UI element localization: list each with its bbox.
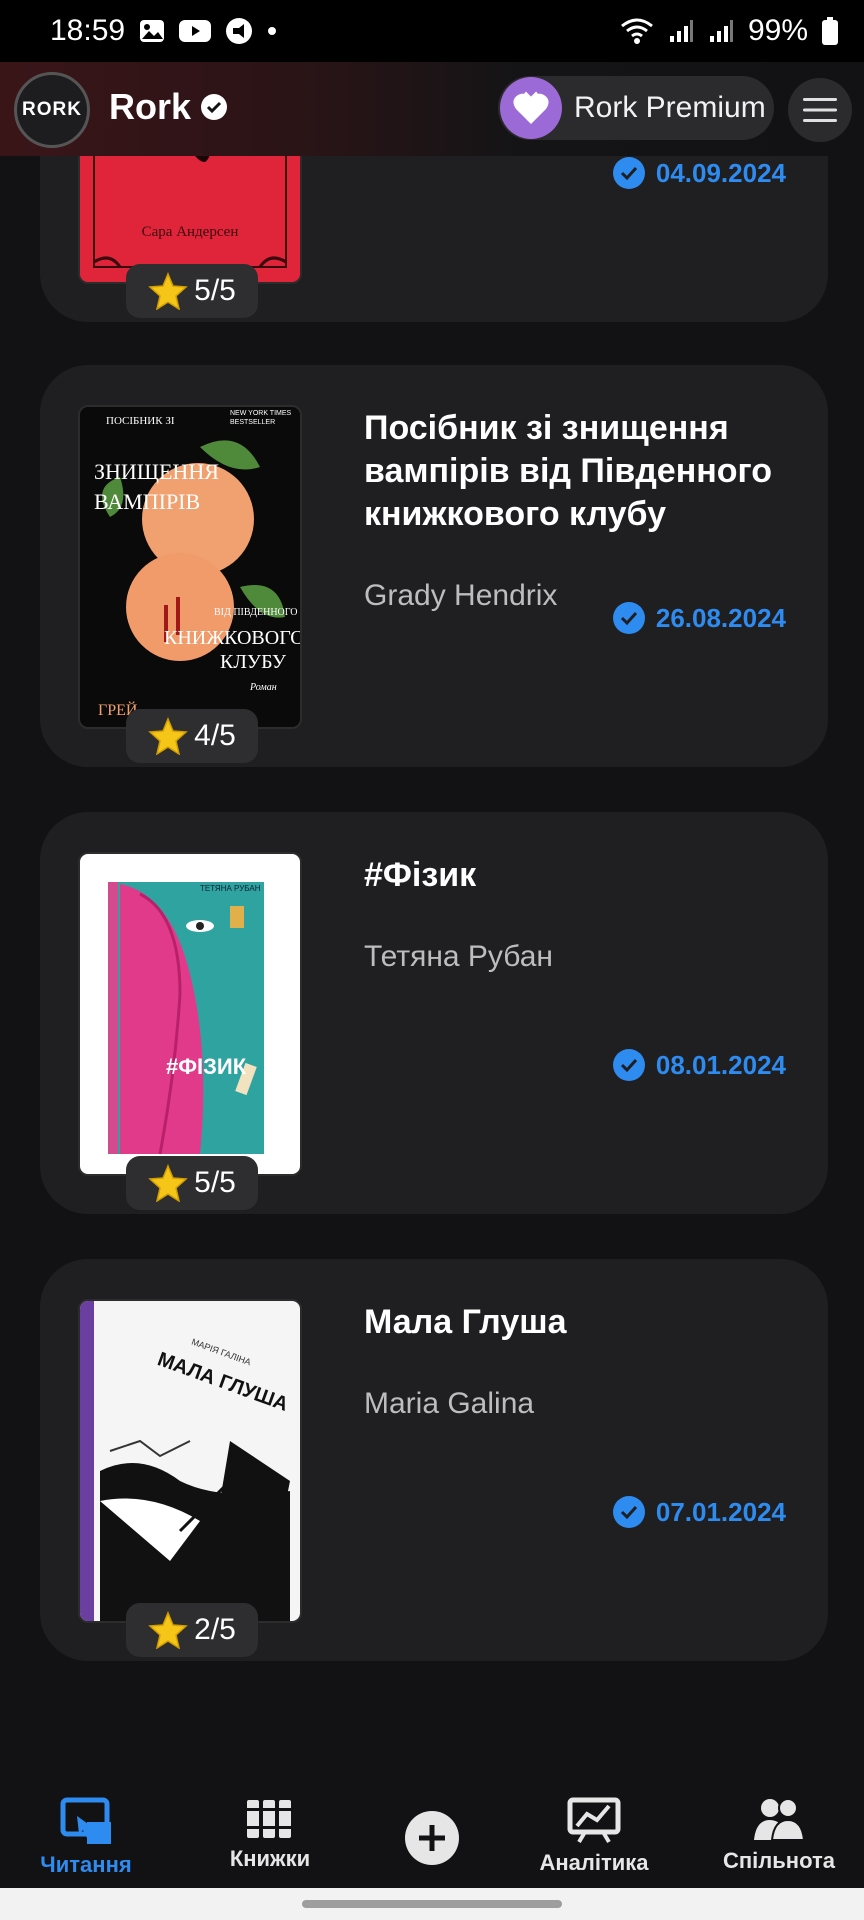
battery-icon: [822, 17, 838, 45]
app-header: RORK Rork Rork Premium: [0, 62, 864, 156]
nav-label: Аналітика: [539, 1850, 649, 1875]
book-author: Тетяна Рубан: [364, 940, 553, 973]
verified-icon: [201, 94, 228, 120]
check-circle-icon: [612, 1049, 645, 1081]
nav-reading[interactable]: Читання: [6, 1796, 166, 1878]
signal-icon: [669, 20, 693, 42]
check-circle-icon: [612, 1496, 645, 1528]
read-date: 04.09.2024: [612, 156, 786, 190]
book-cover: МАРІЯ ГАЛІНА МАЛА ГЛУША: [78, 1299, 302, 1623]
read-date: 26.08.2024: [612, 601, 786, 635]
book-author: Maria Galina: [364, 1387, 535, 1420]
read-date-text: 08.01.2024: [655, 1049, 786, 1080]
cover-art: [102, 440, 285, 661]
book-cover: ПОСІБНИК ЗІ NEW YORK TIMES BESTSELLER ЗН…: [78, 405, 302, 729]
app-name: Rork: [109, 86, 192, 127]
cover-text: ТЕТЯНА РУБАН: [200, 884, 261, 893]
cover-text: ВАМПІРІВ: [94, 489, 201, 514]
read-date-text: 04.09.2024: [655, 157, 786, 188]
rating-value: 5/5: [194, 274, 236, 307]
premium-heart-icon: [500, 77, 562, 139]
read-date-text: 07.01.2024: [655, 1496, 786, 1527]
nav-label: Читання: [40, 1852, 132, 1877]
rating-value: 4/5: [194, 719, 236, 752]
rating-value: 2/5: [194, 1613, 236, 1646]
nav-analytics[interactable]: Аналітика: [514, 1796, 674, 1876]
rating-badge: 2/5: [126, 1603, 258, 1657]
signal-icon-2: [709, 20, 733, 42]
check-circle-icon: [612, 157, 645, 189]
analytics-icon: [567, 1797, 621, 1844]
status-time: 18:59: [50, 14, 126, 47]
wifi-icon: [621, 18, 653, 44]
gallery-notification-icon: [140, 20, 165, 42]
read-date: 07.01.2024: [612, 1495, 786, 1529]
nav-community[interactable]: Спільнота: [699, 1796, 859, 1874]
premium-button[interactable]: Rork Premium: [498, 76, 774, 140]
app-notification-icon: [226, 18, 253, 44]
more-notifications-icon: [268, 27, 277, 35]
rating-badge: 5/5: [126, 1156, 258, 1210]
add-icon: [405, 1811, 459, 1865]
community-icon: [754, 1798, 806, 1841]
cover-art: [80, 1301, 290, 1621]
book-title: Посібник зі знищення вампірів від Півден…: [364, 409, 773, 533]
read-date: 08.01.2024: [612, 1048, 786, 1082]
reading-icon: [60, 1797, 111, 1844]
cover-author-text: Сара Андерсен: [141, 224, 239, 240]
cover-text: ВІД ПІВДЕННОГО: [214, 607, 298, 618]
star-icon: [148, 717, 188, 755]
star-icon: [148, 1611, 188, 1649]
star-icon: [148, 272, 188, 310]
nav-label: Книжки: [229, 1846, 311, 1871]
cover-text: ПОСІБНИК ЗІ: [106, 415, 175, 427]
rating-value: 5/5: [194, 1166, 236, 1199]
nav-label: Спільнота: [723, 1848, 835, 1873]
app-logo[interactable]: RORK: [14, 72, 90, 148]
book-title: Мала Глуша: [364, 1303, 567, 1341]
cover-text: ЗНИЩЕННЯ: [94, 459, 219, 484]
check-circle-icon: [612, 602, 645, 634]
book-card[interactable]: ПОСІБНИК ЗІ NEW YORK TIMES BESTSELLER ЗН…: [40, 365, 828, 767]
status-bar: 18:59 99%: [0, 0, 864, 62]
books-icon: [247, 1800, 291, 1838]
book-title: #Фізик: [364, 856, 477, 894]
battery-level: 99%: [747, 14, 808, 47]
book-card[interactable]: ТЕТЯНА РУБАН #ФІЗИК 5/5 #Фізик Тетяна Ру…: [40, 812, 828, 1214]
rating-badge: 5/5: [126, 264, 258, 318]
youtube-notification-icon: [179, 20, 212, 42]
book-author: Grady Hendrix: [364, 579, 558, 612]
read-date-text: 26.08.2024: [655, 602, 786, 633]
cover-text: NEW YORK TIMES BESTSELLER: [230, 410, 292, 426]
book-cover: ТЕТЯНА РУБАН #ФІЗИК: [78, 852, 302, 1176]
rating-badge: 4/5: [126, 709, 258, 763]
star-icon: [148, 1164, 188, 1202]
cover-text: #ФІЗИК: [166, 1054, 247, 1079]
cover-art: [108, 882, 264, 1155]
bottom-navigation: Читання Книжки Аналітика Спільнота: [0, 1770, 864, 1888]
cover-text: КНИЖКОВОГО: [164, 627, 302, 649]
hamburger-menu-icon: [803, 98, 837, 122]
menu-button[interactable]: [788, 78, 852, 142]
book-card[interactable]: МАРІЯ ГАЛІНА МАЛА ГЛУША 2/5 Мала Глуша M…: [40, 1259, 828, 1661]
cover-text: КЛУБУ: [220, 651, 287, 673]
premium-label: Rork Premium: [574, 91, 766, 124]
profile-name[interactable]: Rork: [109, 86, 229, 128]
nav-books[interactable]: Книжки: [190, 1796, 350, 1872]
home-indicator[interactable]: [302, 1900, 562, 1908]
nav-add[interactable]: [352, 1810, 512, 1866]
cover-text: Роман: [250, 682, 277, 693]
